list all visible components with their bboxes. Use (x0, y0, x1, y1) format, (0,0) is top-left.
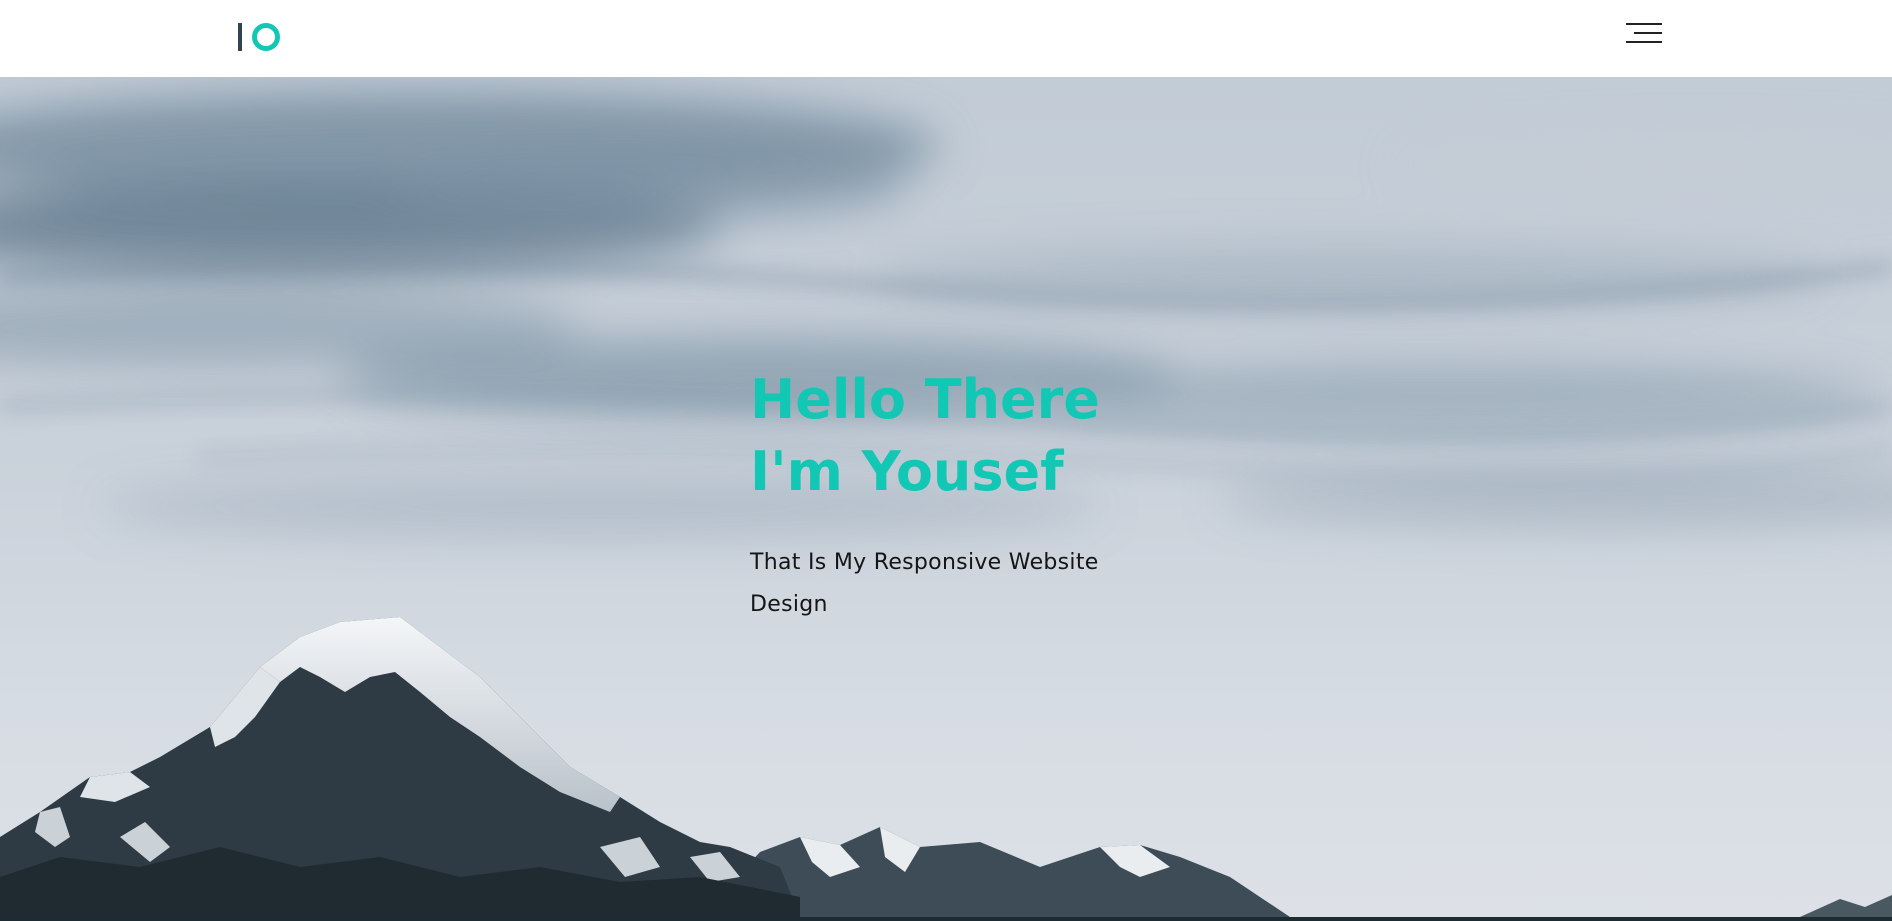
next-section-edge (0, 917, 1892, 921)
menu-line-top (1626, 23, 1662, 25)
menu-line-middle (1634, 32, 1662, 34)
hamburger-menu-icon[interactable] (1622, 20, 1662, 46)
logo-ring-mark (252, 23, 280, 51)
menu-line-bottom (1626, 41, 1662, 43)
site-header (0, 0, 1892, 77)
hero-title-line-2: I'm Yousef (750, 440, 1064, 503)
hero-subtitle: That Is My Responsive Website Design (750, 550, 1099, 617)
hero-title: Hello There I'm Yousef (750, 364, 1170, 508)
logo-bar-mark (238, 23, 242, 51)
site-logo[interactable] (238, 22, 280, 52)
hero-title-line-1: Hello There (750, 368, 1100, 431)
hero-content: Hello There I'm Yousef That Is My Respon… (750, 364, 1170, 626)
hero-section: Hello There I'm Yousef That Is My Respon… (0, 77, 1892, 917)
